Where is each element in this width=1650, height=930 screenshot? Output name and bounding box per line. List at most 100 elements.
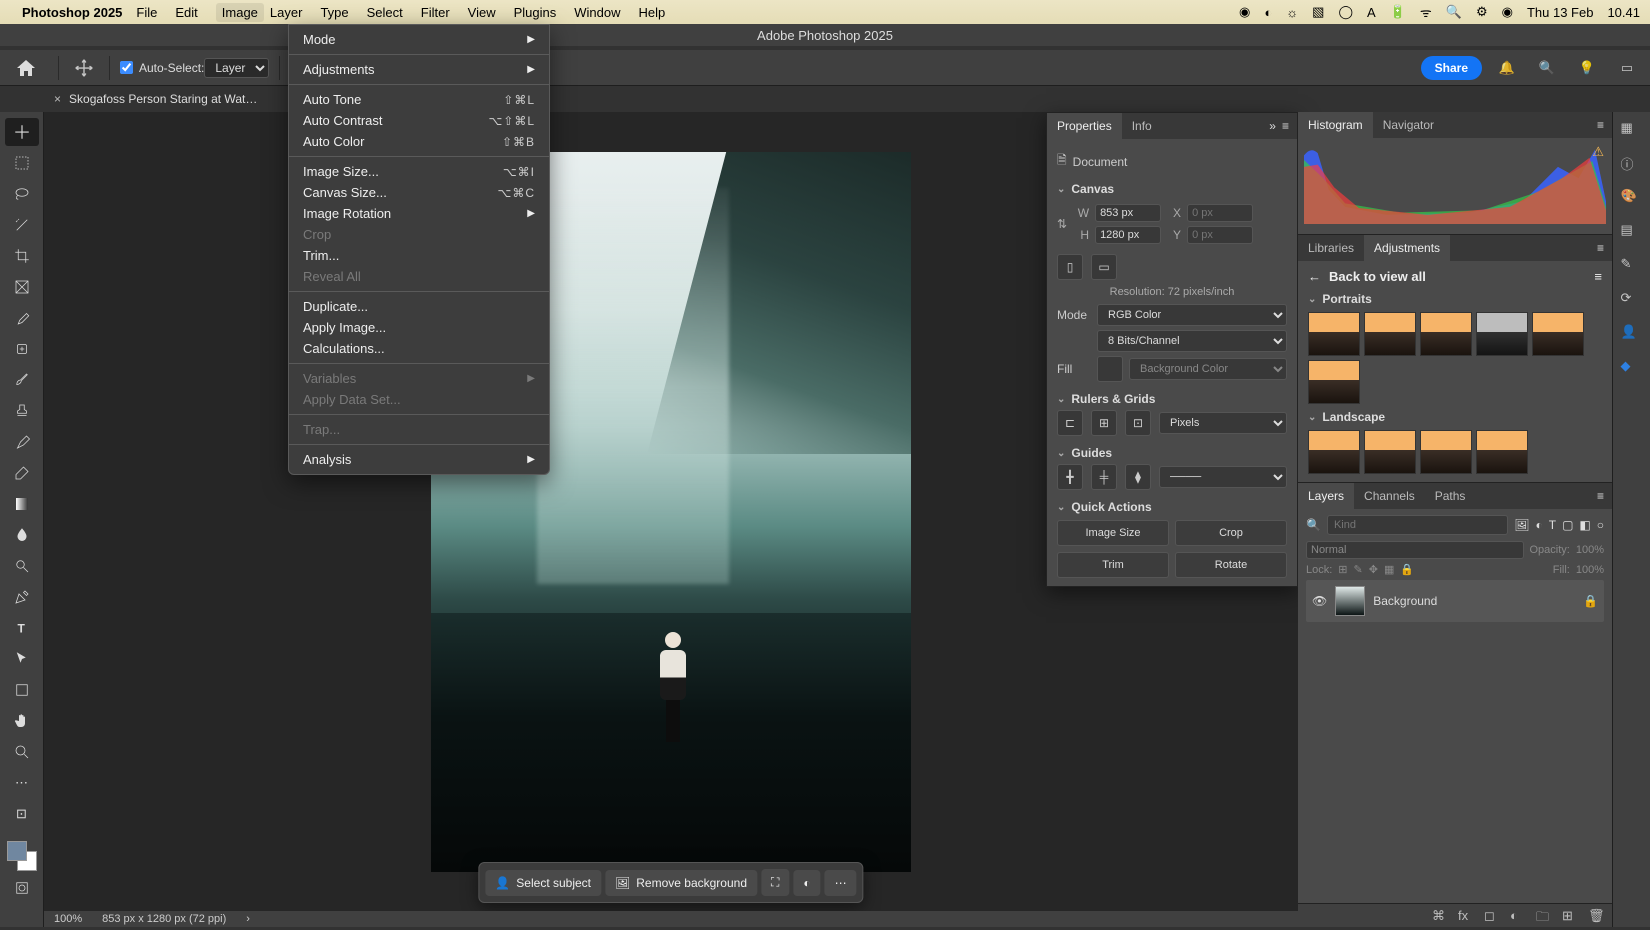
siri-icon[interactable]: ◉ (1502, 4, 1513, 20)
panel-menu-icon[interactable]: ≡ (1597, 489, 1604, 503)
new-layer-icon[interactable]: ⊞ (1562, 908, 1578, 924)
bell-icon[interactable]: 🔔 (1496, 57, 1518, 79)
panel-menu-icon[interactable]: ≡ (1597, 241, 1604, 255)
menu-item-apply-image[interactable]: Apply Image... (289, 317, 549, 338)
home-icon[interactable] (14, 56, 38, 80)
qa-crop[interactable]: Crop (1175, 520, 1287, 546)
color-swatches[interactable] (7, 841, 37, 871)
link-icon[interactable]: ⇅ (1057, 217, 1067, 231)
tab-histogram[interactable]: Histogram (1298, 112, 1373, 138)
panel-icon[interactable]: ✎ (1621, 256, 1643, 278)
histogram-display[interactable]: ⚠ (1298, 138, 1612, 234)
share-button[interactable]: Share (1421, 56, 1482, 80)
chevron-right-icon[interactable]: › (246, 913, 250, 925)
auto-select-target[interactable]: Layer (204, 58, 269, 78)
pen-tool[interactable] (5, 583, 39, 611)
panel-icon[interactable]: 👤 (1621, 324, 1643, 346)
y-input[interactable] (1187, 226, 1253, 244)
fill-value[interactable]: 100% (1576, 564, 1604, 576)
menu-item-auto-contrast[interactable]: Auto Contrast⌥⇧⌘L (289, 110, 549, 131)
menu-item-auto-tone[interactable]: Auto Tone⇧⌘L (289, 89, 549, 110)
collapse-icon[interactable]: » (1269, 119, 1276, 133)
visibility-icon[interactable]: 👁 (1312, 594, 1327, 608)
menu-item-image-size[interactable]: Image Size...⌥⌘I (289, 161, 549, 182)
stamp-tool[interactable] (5, 397, 39, 425)
preset-thumb[interactable] (1308, 360, 1360, 404)
blur-tool[interactable] (5, 521, 39, 549)
battery-icon[interactable]: 🔋 (1390, 4, 1406, 20)
layer-row-background[interactable]: 👁 Background 🔒 (1306, 580, 1604, 622)
wifi-icon[interactable]: ᯤ (1420, 3, 1432, 21)
brush-tool[interactable] (5, 366, 39, 394)
select-subject-button[interactable]: 👤Select subject (485, 870, 601, 896)
ruler-icon[interactable]: ⊏ (1057, 410, 1083, 436)
preset-thumb[interactable] (1420, 312, 1472, 356)
preset-thumb[interactable] (1476, 430, 1528, 474)
preset-thumb[interactable] (1532, 312, 1584, 356)
guide-lock-icon[interactable]: ╪ (1091, 464, 1117, 490)
menu-layer[interactable]: Layer (270, 5, 303, 20)
tab-properties[interactable]: Properties (1047, 113, 1122, 139)
move-tool[interactable] (5, 118, 39, 146)
status-icon[interactable]: ◯ (1338, 4, 1353, 20)
doc-dimensions[interactable]: 853 px x 1280 px (72 ppi) (102, 913, 226, 925)
adj-group-portraits[interactable]: Portraits (1308, 292, 1602, 306)
transform-icon[interactable]: ⛶ (761, 869, 789, 896)
move-tool-icon[interactable] (73, 57, 95, 79)
preset-thumb[interactable] (1308, 430, 1360, 474)
preset-thumb[interactable] (1476, 312, 1528, 356)
section-rulers[interactable]: Rulers & Grids (1057, 392, 1287, 406)
menu-item-calculations[interactable]: Calculations... (289, 338, 549, 359)
edit-toolbar[interactable]: ⊡ (5, 800, 39, 828)
list-icon[interactable]: ≡ (1594, 269, 1602, 284)
menu-select[interactable]: Select (367, 5, 403, 20)
x-input[interactable] (1187, 204, 1253, 222)
menu-window[interactable]: Window (574, 5, 620, 20)
status-icon[interactable]: A (1367, 5, 1376, 20)
layer-filter-input[interactable] (1327, 515, 1508, 535)
preset-thumb[interactable] (1364, 430, 1416, 474)
section-guides[interactable]: Guides (1057, 446, 1287, 460)
menu-file[interactable]: File (136, 5, 157, 20)
menu-help[interactable]: Help (639, 5, 666, 20)
ruler-unit-select[interactable]: Pixels (1159, 412, 1287, 434)
layer-name[interactable]: Background (1373, 594, 1437, 608)
menu-edit[interactable]: Edit (175, 5, 197, 20)
height-input[interactable] (1095, 226, 1161, 244)
fx-icon[interactable]: fx (1458, 908, 1474, 924)
zoom-tool[interactable] (5, 738, 39, 766)
zoom-level[interactable]: 100% (54, 913, 82, 925)
tab-layers[interactable]: Layers (1298, 483, 1354, 509)
guide-style-select[interactable]: ──── (1159, 466, 1287, 488)
close-icon[interactable]: × (54, 92, 61, 106)
document-tab[interactable]: × Skogafoss Person Staring at Wat… (44, 86, 267, 112)
lock-icon[interactable]: 🔒 (1583, 594, 1598, 608)
remove-background-button[interactable]: 🖼Remove background (605, 870, 757, 896)
panel-icon[interactable]: ⓘ (1621, 154, 1643, 176)
gradient-tool[interactable] (5, 490, 39, 518)
wand-tool[interactable] (5, 211, 39, 239)
workspace-icon[interactable]: ▭ (1616, 57, 1638, 79)
tab-libraries[interactable]: Libraries (1298, 235, 1364, 261)
lock-icon[interactable]: ⊞ (1338, 563, 1347, 576)
more-tools[interactable]: ⋯ (5, 769, 39, 797)
adj-group-landscape[interactable]: Landscape (1308, 410, 1602, 424)
panel-icon[interactable]: ▦ (1621, 120, 1643, 142)
history-brush-tool[interactable] (5, 428, 39, 456)
filter-icon[interactable]: ◐ (1535, 518, 1542, 532)
qa-rotate[interactable]: Rotate (1175, 552, 1287, 578)
app-name[interactable]: Photoshop 2025 (22, 5, 122, 20)
tab-navigator[interactable]: Navigator (1373, 112, 1444, 138)
adjustment-layer-icon[interactable]: ◐ (1510, 908, 1526, 924)
eyedropper-tool[interactable] (5, 304, 39, 332)
guide-new-icon[interactable]: ⧫ (1125, 464, 1151, 490)
fg-color[interactable] (7, 841, 27, 861)
delete-icon[interactable]: 🗑 (1588, 908, 1604, 924)
orient-landscape-icon[interactable]: ▭ (1091, 254, 1117, 280)
qa-trim[interactable]: Trim (1057, 552, 1169, 578)
blend-mode-select[interactable]: Normal (1306, 541, 1524, 559)
width-input[interactable] (1095, 204, 1161, 222)
bit-depth-select[interactable]: 8 Bits/Channel (1097, 330, 1287, 352)
adjust-icon[interactable]: ◐ (793, 870, 820, 896)
crop-tool[interactable] (5, 242, 39, 270)
